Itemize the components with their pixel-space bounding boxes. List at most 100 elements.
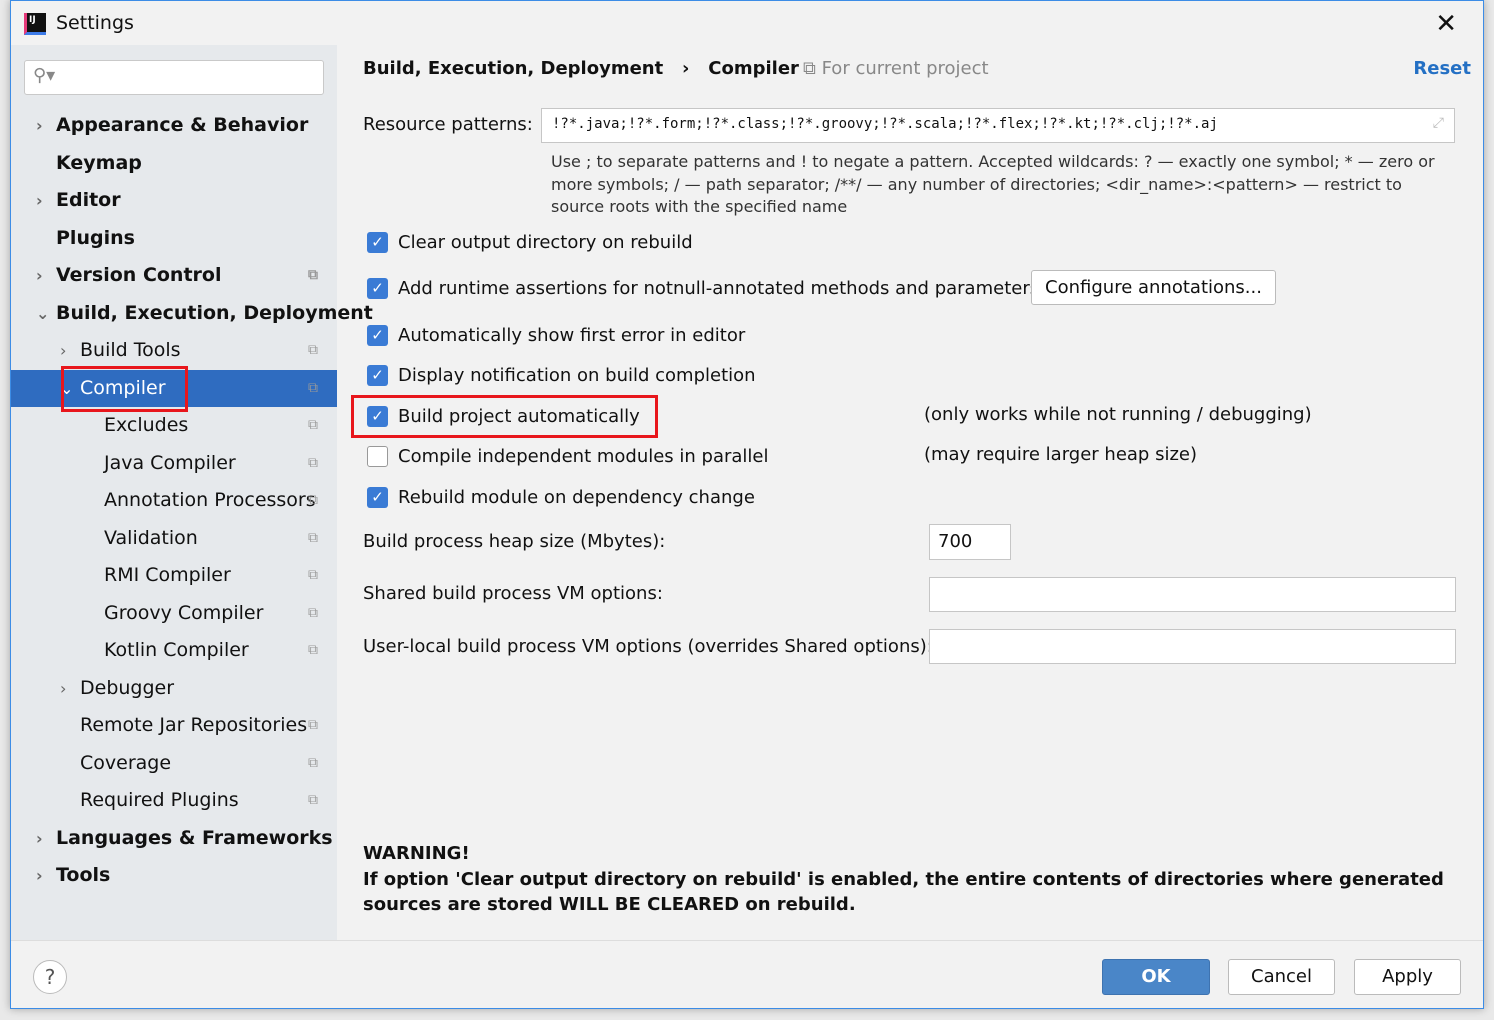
chevron-right-icon[interactable]: › — [60, 670, 66, 707]
option-checkbox[interactable]: ✓ Rebuild module on dependency change — [367, 485, 755, 509]
sidebar-item[interactable]: › Appearance & Behavior — [11, 107, 337, 144]
sidebar-item-label: Remote Jar Repositories — [80, 714, 308, 736]
sidebar-item-label: Keymap — [56, 151, 142, 174]
resource-patterns-input[interactable]: !?*.java;!?*.form;!?*.class;!?*.groovy;!… — [541, 108, 1455, 143]
help-button[interactable]: ? — [33, 960, 67, 994]
sidebar-item-label: Build, Execution, Deployment — [56, 301, 373, 324]
project-scope-icon: ⧉ — [308, 342, 318, 358]
option-label: Compile independent modules in parallel — [398, 445, 769, 467]
sidebar-item[interactable]: › Build Tools ⧉ — [11, 332, 337, 369]
sidebar-item-label: Version Control — [56, 264, 222, 286]
breadcrumb-item: Compiler — [708, 58, 799, 79]
project-icon: ⧉ — [803, 58, 816, 79]
configure-annotations-button[interactable]: Configure annotations... — [1031, 270, 1276, 305]
sidebar-item-label: Editor — [56, 189, 121, 211]
sidebar-item[interactable]: Remote Jar Repositories ⧉ — [11, 707, 337, 744]
apply-button[interactable]: Apply — [1354, 959, 1461, 995]
sidebar-item[interactable]: › Languages & Frameworks — [11, 820, 337, 857]
sidebar-item[interactable]: Excludes ⧉ — [11, 407, 337, 444]
sidebar-item-label: Excludes — [104, 414, 189, 436]
option-checkbox[interactable]: Compile independent modules in parallel — [367, 444, 769, 468]
title-bar: IJ Settings ✕ — [11, 1, 1483, 45]
sidebar-item-label: Coverage — [80, 751, 172, 774]
sidebar-item-label: Groovy Compiler — [104, 601, 264, 624]
sidebar-item[interactable]: RMI Compiler ⧉ — [11, 557, 337, 594]
option-note: (may require larger heap size) — [924, 444, 1197, 465]
sidebar-item-label: Languages & Frameworks — [56, 826, 333, 849]
settings-dialog: IJ Settings ✕ ⚲▾ › Appearance & Behavior K… — [10, 0, 1484, 1009]
sidebar-item-label: Java Compiler — [104, 451, 236, 474]
reset-link[interactable]: Reset — [1413, 58, 1471, 79]
sidebar-item[interactable]: Keymap — [11, 145, 337, 182]
sidebar-item[interactable]: › Version Control ⧉ — [11, 257, 337, 294]
sidebar-item[interactable]: › Tools — [11, 857, 337, 894]
breadcrumb-separator: › — [682, 58, 690, 79]
highlight-compiler — [61, 366, 188, 412]
search-input[interactable]: ⚲▾ — [24, 60, 324, 95]
project-scope-icon: ⧉ — [308, 492, 318, 508]
scope-label: ⧉ For current project — [803, 58, 989, 79]
resource-patterns-help: Use ; to separate patterns and ! to nega… — [551, 152, 1435, 216]
checkbox-icon[interactable] — [367, 445, 388, 467]
project-scope-icon: ⧉ — [308, 529, 318, 546]
sidebar-item[interactable]: Groovy Compiler ⧉ — [11, 595, 337, 632]
sidebar-item[interactable]: Required Plugins ⧉ — [11, 782, 337, 819]
sidebar-item[interactable]: ⌄ Build, Execution, Deployment — [11, 295, 373, 332]
project-scope-icon: ⧉ — [308, 792, 318, 808]
checkbox-icon[interactable]: ✓ — [367, 364, 388, 386]
shared-vm-label: Shared build process VM options: — [363, 583, 663, 604]
cancel-button[interactable]: Cancel — [1228, 959, 1335, 995]
warning-title: WARNING! — [363, 843, 470, 864]
chevron-right-icon[interactable]: › — [36, 857, 43, 894]
option-label: Display notification on build completion — [398, 364, 756, 386]
sidebar-item[interactable]: › Editor — [11, 182, 337, 219]
resource-patterns-label: Resource patterns: — [363, 114, 533, 135]
main-panel: Build, Execution, Deployment › Compiler … — [337, 45, 1483, 940]
sidebar-item-label: Required Plugins — [80, 789, 239, 811]
chevron-right-icon[interactable]: › — [36, 257, 43, 294]
option-label: Rebuild module on dependency change — [398, 486, 755, 508]
chevron-right-icon[interactable]: › — [36, 182, 43, 219]
sidebar-item-label: Validation — [104, 526, 198, 549]
sidebar-item[interactable]: Kotlin Compiler ⧉ — [11, 632, 337, 669]
warning-text: If option 'Clear output directory on reb… — [363, 868, 1444, 916]
window-title: Settings — [56, 12, 134, 34]
chevron-right-icon[interactable]: › — [60, 332, 66, 369]
chevron-right-icon[interactable]: › — [36, 107, 43, 144]
project-scope-icon: ⧉ — [308, 454, 318, 471]
shared-vm-input[interactable] — [929, 577, 1456, 612]
sidebar-item[interactable]: Validation ⧉ — [11, 520, 337, 557]
ok-button[interactable]: OK — [1102, 959, 1210, 995]
breadcrumb-item[interactable]: Build, Execution, Deployment — [363, 58, 663, 79]
user-vm-input[interactable] — [929, 629, 1456, 664]
sidebar: ⚲▾ › Appearance & Behavior Keymap › Editor Pl… — [11, 45, 373, 940]
sidebar-item[interactable]: Coverage ⧉ — [11, 745, 337, 782]
checkbox-icon[interactable]: ✓ — [367, 231, 388, 253]
option-checkbox[interactable]: ✓ Automatically show first error in edito… — [367, 323, 745, 347]
chevron-right-icon[interactable]: › — [36, 820, 43, 857]
sidebar-item-label: Tools — [56, 864, 111, 886]
footer: ? OK Cancel Apply — [11, 940, 1483, 1010]
checkbox-icon[interactable]: ✓ — [367, 486, 388, 508]
heap-size-input[interactable]: 700 — [929, 524, 1011, 560]
checkbox-icon[interactable]: ✓ — [367, 277, 388, 299]
option-label: Clear output directory on rebuild — [398, 231, 693, 253]
expand-icon[interactable]: ⤢ — [1433, 115, 1444, 131]
highlight-build-automatically — [351, 395, 658, 438]
option-checkbox[interactable]: ✓ Display notification on build completio… — [367, 363, 756, 387]
close-icon[interactable]: ✕ — [1435, 9, 1457, 39]
sidebar-item[interactable]: › Debugger — [11, 670, 337, 707]
sidebar-item[interactable]: Annotation Processors ⧉ — [11, 482, 337, 519]
sidebar-item-label: Appearance & Behavior — [56, 114, 309, 136]
sidebar-item[interactable]: Plugins — [11, 220, 337, 257]
project-scope-icon: ⧉ — [308, 717, 318, 733]
option-checkbox[interactable]: ✓ Add runtime assertions for notnull-anno… — [367, 276, 1039, 300]
intellij-logo-icon: IJ — [24, 13, 46, 35]
chevron-down-icon[interactable]: ⌄ — [36, 295, 49, 332]
resource-patterns-value: !?*.java;!?*.form;!?*.class;!?*.groovy;!… — [552, 116, 1218, 132]
sidebar-item[interactable]: Java Compiler ⧉ — [11, 445, 337, 482]
checkbox-icon[interactable]: ✓ — [367, 324, 388, 346]
project-scope-icon: ⧉ — [308, 417, 318, 433]
option-checkbox[interactable]: ✓ Clear output directory on rebuild — [367, 230, 693, 254]
option-note: (only works while not running / debuggin… — [924, 404, 1312, 425]
